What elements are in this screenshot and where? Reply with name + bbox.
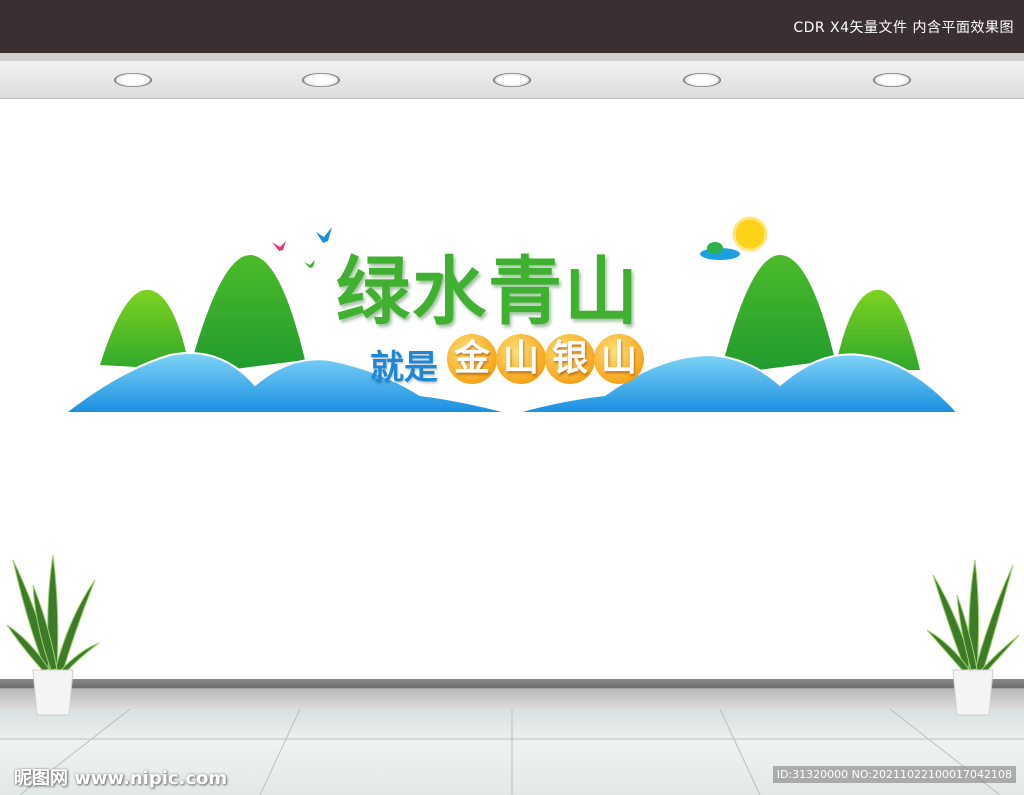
plant-icon [926, 559, 1020, 716]
highlight-char: 山 [496, 334, 546, 384]
ceiling-light-icon [302, 73, 340, 87]
highlight-char: 银 [545, 334, 595, 384]
header-label: CDR X4矢量文件 内含平面效果图 [793, 20, 1014, 36]
plant-icon [6, 555, 100, 716]
bird-icon [304, 260, 315, 268]
ceiling-light-icon [493, 73, 531, 87]
top-bar: CDR X4矢量文件 内含平面效果图 [0, 0, 1024, 53]
mountain-right-large [720, 255, 835, 375]
watermark-right: ID:31320000 NO:20211022100017042108 [772, 766, 1016, 783]
slogan-prefix: 就是 [370, 348, 438, 388]
ceiling-light-icon [114, 73, 152, 87]
ceiling-light-icon [873, 73, 911, 87]
baseboard [0, 679, 1024, 709]
sun-icon [732, 216, 768, 252]
bird-icon [316, 227, 332, 243]
watermark-left: 昵图网 www.nipic.com [14, 768, 228, 789]
ceiling-light-icon [683, 73, 721, 87]
slogan-main: 绿水青山 [336, 249, 640, 335]
cloud-icon [700, 242, 740, 260]
highlight-char: 金 [447, 334, 497, 384]
bird-icon [272, 241, 286, 251]
highlight-char: 山 [594, 334, 644, 384]
